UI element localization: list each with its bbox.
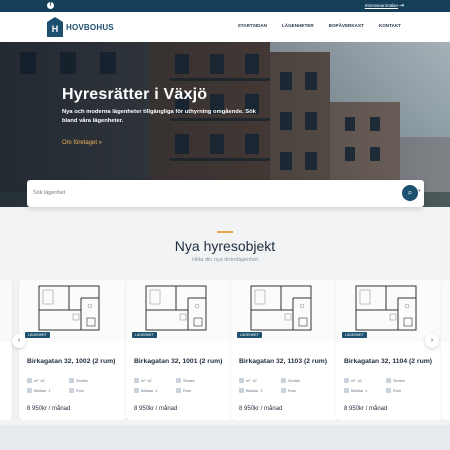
listing-area-label: Storlek: [176, 378, 195, 383]
about-company-link[interactable]: Om företaget »: [62, 140, 102, 146]
area-icon: [239, 378, 244, 383]
listing-card-partial[interactable]: [0, 280, 12, 420]
bed-icon: [27, 388, 32, 393]
room-icon: [69, 388, 74, 393]
chevron-down-icon[interactable]: ▾: [418, 188, 421, 194]
hero-subtitle: Nya och moderna lägenheter tillgängliga …: [62, 109, 256, 124]
facebook-icon[interactable]: f: [47, 2, 54, 9]
listing-rooms: Rum: [281, 388, 296, 393]
chevron-left-icon: ‹: [17, 337, 21, 344]
listing-title[interactable]: Birkagatan 32, 1001 (2 rum): [134, 357, 228, 366]
size-icon: [281, 378, 286, 383]
listing-area-label: Storlek: [69, 378, 88, 383]
listing-price: 8 950kr / månad: [134, 406, 178, 412]
listing-card[interactable]: LÄGENHET Birkagatan 32, 1103 (2 rum) m² 4…: [231, 280, 339, 420]
main-navbar: H HOVBOHUS STARTSIDAN LÄGENHETER BOPÅVER…: [0, 12, 450, 42]
listing-title[interactable]: Birkagatan 32, 1104 (2 rum): [344, 357, 438, 366]
listing-rooms: Rum: [386, 388, 401, 393]
listing-area: m² 42: [344, 378, 362, 383]
listing-price: 8 950kr / månad: [27, 406, 71, 412]
page-bottom-band: [0, 425, 450, 450]
listing-card[interactable]: LÄGENHET Birkagatan 32, 1002 (2 rum) m² 4…: [19, 280, 127, 420]
logo-mark-icon: H: [47, 17, 63, 37]
bed-icon: [344, 388, 349, 393]
size-icon: [69, 378, 74, 383]
bed-icon: [134, 388, 139, 393]
bed-icon: [239, 388, 244, 393]
nav-menu: STARTSIDAN LÄGENHETER BOPÅVERKAST KONTAK…: [238, 23, 401, 28]
nav-item-bopaverkast[interactable]: BOPÅVERKAST: [329, 23, 364, 28]
listing-area-label: Storlek: [386, 378, 405, 383]
listing-title[interactable]: Birkagatan 32, 1103 (2 rum): [239, 357, 333, 366]
room-icon: [281, 388, 286, 393]
nav-item-kontakt[interactable]: KONTAKT: [379, 23, 401, 28]
carousel-next-button[interactable]: ›: [425, 334, 439, 348]
listing-type-badge: LÄGENHET: [342, 332, 367, 338]
area-icon: [27, 378, 32, 383]
chevron-right-icon: ›: [430, 337, 434, 344]
search-input[interactable]: Sök lägenhet: [33, 190, 65, 196]
hero-title: Hyresrätter i Växjö: [62, 86, 208, 103]
area-icon: [134, 378, 139, 383]
listing-beds: Bäddar 1: [27, 388, 50, 393]
floor-plan-image: [0, 280, 12, 342]
listing-type-badge: LÄGENHET: [132, 332, 157, 338]
top-bar: f Intresseanmälan ⇥: [0, 0, 450, 12]
logo[interactable]: H HOVBOHUS: [47, 16, 114, 38]
room-icon: [386, 388, 391, 393]
listing-area-label: Storlek: [281, 378, 300, 383]
interest-link[interactable]: Intresseanmälan: [365, 3, 398, 8]
section-title: Nya hyresobjekt: [174, 238, 276, 254]
listing-title[interactable]: Birkagatan 32, 1002 (2 rum): [27, 357, 121, 366]
section-accent-line: [217, 231, 233, 233]
listing-area: m² 42: [27, 378, 45, 383]
listing-price: 8 950kr / månad: [239, 406, 283, 412]
login-icon[interactable]: ⇥: [399, 2, 404, 9]
listings-carousel: LÄGENHET Birkagatan 32, 1002 (2 rum) m² 4…: [0, 280, 450, 420]
search-bar: Sök lägenhet ▾ ⌕: [27, 180, 424, 207]
floor-plan-image: [441, 280, 450, 342]
listing-card[interactable]: LÄGENHET Birkagatan 32, 1104 (2 rum) m² 4…: [336, 280, 444, 420]
listing-beds: Bäddar 1: [134, 388, 157, 393]
size-icon: [176, 378, 181, 383]
listing-card[interactable]: LÄGENHET Birkagatan 32, 1001 (2 rum) m² 4…: [126, 280, 234, 420]
search-icon: ⌕: [407, 188, 413, 197]
search-button[interactable]: ⌕: [402, 185, 418, 201]
listing-rooms: Rum: [176, 388, 191, 393]
section-subtitle: Hitta din nya drömlägenhet: [192, 257, 258, 263]
room-icon: [176, 388, 181, 393]
listing-beds: Bäddar 1: [239, 388, 262, 393]
listing-beds: Bäddar 1: [344, 388, 367, 393]
listing-rooms: Rum: [69, 388, 84, 393]
listing-price: 8 950kr / månad: [344, 406, 388, 412]
listing-type-badge: LÄGENHET: [237, 332, 262, 338]
nav-item-lagenheter[interactable]: LÄGENHETER: [282, 23, 314, 28]
listing-card-partial[interactable]: [441, 280, 450, 420]
listing-area: m² 42: [134, 378, 152, 383]
listing-type-badge: LÄGENHET: [25, 332, 50, 338]
nav-item-startsidan[interactable]: STARTSIDAN: [238, 23, 267, 28]
listing-area: m² 42: [239, 378, 257, 383]
area-icon: [344, 378, 349, 383]
carousel-prev-button[interactable]: ‹: [12, 334, 26, 348]
logo-text: HOVBOHUS: [66, 22, 114, 32]
size-icon: [386, 378, 391, 383]
